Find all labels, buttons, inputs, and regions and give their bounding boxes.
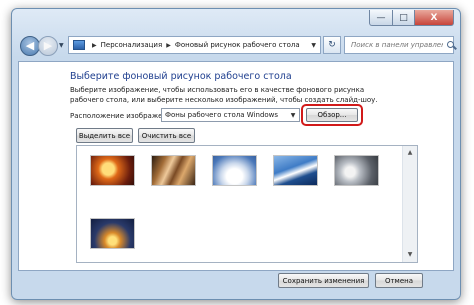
location-select-value: Фоны рабочего стола Windows <box>165 111 279 119</box>
breadcrumb-item-personalization[interactable]: Персонализация <box>101 41 163 49</box>
save-changes-button[interactable]: Сохранить изменения <box>278 273 369 288</box>
page-description: Выберите изображение, чтобы использовать… <box>70 86 378 104</box>
wallpaper-thumbnail[interactable] <box>90 155 135 186</box>
wallpaper-thumbnail[interactable] <box>212 155 257 186</box>
wallpaper-thumbnail[interactable] <box>334 155 379 186</box>
chevron-down-icon: ▼ <box>290 111 296 119</box>
back-arrow-icon: ◀ <box>25 39 35 52</box>
refresh-icon: ↻ <box>328 40 336 50</box>
window-caption-buttons: — □ X <box>369 10 454 26</box>
navigation-bar: ◀ ▶ ▼ ▶ Персонализация ▶ Фоновый рисунок… <box>20 35 454 57</box>
refresh-button[interactable]: ↻ <box>323 36 341 54</box>
wallpaper-thumbnail[interactable] <box>273 155 318 186</box>
breadcrumb-separator-icon[interactable]: ▶ <box>92 42 97 49</box>
breadcrumb-separator-icon[interactable]: ▶ <box>166 42 171 49</box>
maximize-button[interactable]: □ <box>393 10 415 26</box>
breadcrumb-item-desktop-background[interactable]: Фоновый рисунок рабочего стола <box>175 41 300 49</box>
wallpaper-gallery[interactable]: ▲ ▼ <box>76 145 418 263</box>
browse-button[interactable]: Обзор... <box>306 108 358 122</box>
forward-arrow-icon: ▶ <box>43 39 53 52</box>
page-title: Выберите фоновый рисунок рабочего стола <box>70 71 292 82</box>
wallpaper-thumbnail[interactable] <box>151 155 196 186</box>
recent-pages-dropdown-icon[interactable]: ▼ <box>59 42 64 49</box>
control-panel-icon <box>73 40 85 50</box>
location-select[interactable]: Фоны рабочего стола Windows ▼ <box>161 108 300 122</box>
gallery-scrollbar[interactable]: ▲ ▼ <box>402 146 417 262</box>
search-box[interactable] <box>344 36 454 54</box>
search-icon[interactable] <box>447 40 454 50</box>
wallpaper-thumbnail[interactable] <box>90 218 135 249</box>
address-bar[interactable]: ▶ Персонализация ▶ Фоновый рисунок рабоч… <box>68 36 321 54</box>
select-all-button[interactable]: Выделить все <box>76 128 133 143</box>
cancel-button[interactable]: Отмена <box>375 273 423 288</box>
clear-all-button[interactable]: Очистить все <box>138 128 195 143</box>
scroll-down-icon[interactable]: ▼ <box>405 250 415 260</box>
main-content: Выберите фоновый рисунок рабочего стола … <box>18 61 454 271</box>
scroll-up-icon[interactable]: ▲ <box>405 148 415 158</box>
forward-button[interactable]: ▶ <box>38 36 58 56</box>
minimize-button[interactable]: — <box>369 10 393 26</box>
control-panel-window: — □ X ◀ ▶ ▼ ▶ Персонализация ▶ Фоновый р… <box>11 8 461 300</box>
address-dropdown-icon[interactable]: ▼ <box>311 42 316 49</box>
search-input[interactable] <box>349 40 445 50</box>
back-button[interactable]: ◀ <box>20 36 40 56</box>
close-button[interactable]: X <box>415 10 454 26</box>
